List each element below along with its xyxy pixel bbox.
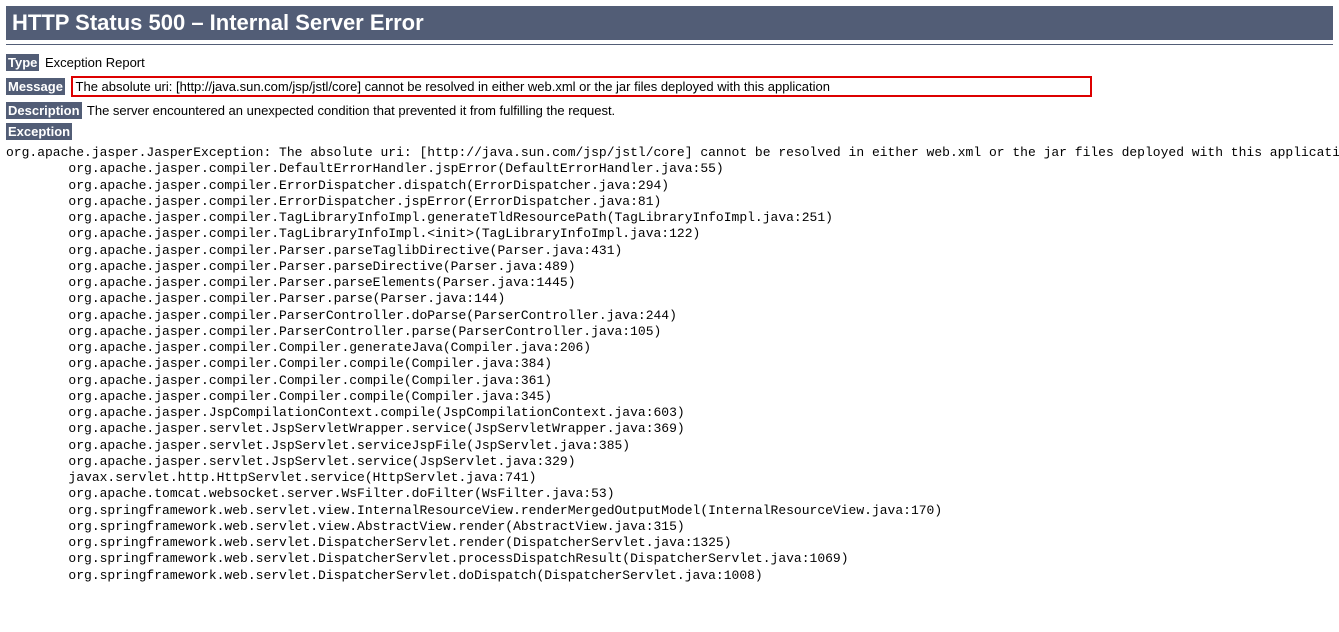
message-label: Message (6, 78, 65, 95)
message-line: Message The absolute uri: [http://java.s… (6, 76, 1333, 97)
description-line: Description The server encountered an un… (6, 103, 1333, 118)
exception-label: Exception (6, 123, 72, 140)
message-value: The absolute uri: [http://java.sun.com/j… (76, 79, 830, 94)
type-line: Type Exception Report (6, 55, 1333, 70)
divider (6, 44, 1333, 45)
description-value: The server encountered an unexpected con… (87, 103, 615, 118)
description-label: Description (6, 102, 82, 119)
stacktrace: org.apache.jasper.JasperException: The a… (6, 145, 1333, 584)
message-highlight: The absolute uri: [http://java.sun.com/j… (71, 76, 1092, 97)
type-value: Exception Report (45, 55, 145, 70)
page-title: HTTP Status 500 – Internal Server Error (6, 6, 1333, 40)
exception-line: Exception (6, 124, 1333, 139)
type-label: Type (6, 54, 39, 71)
